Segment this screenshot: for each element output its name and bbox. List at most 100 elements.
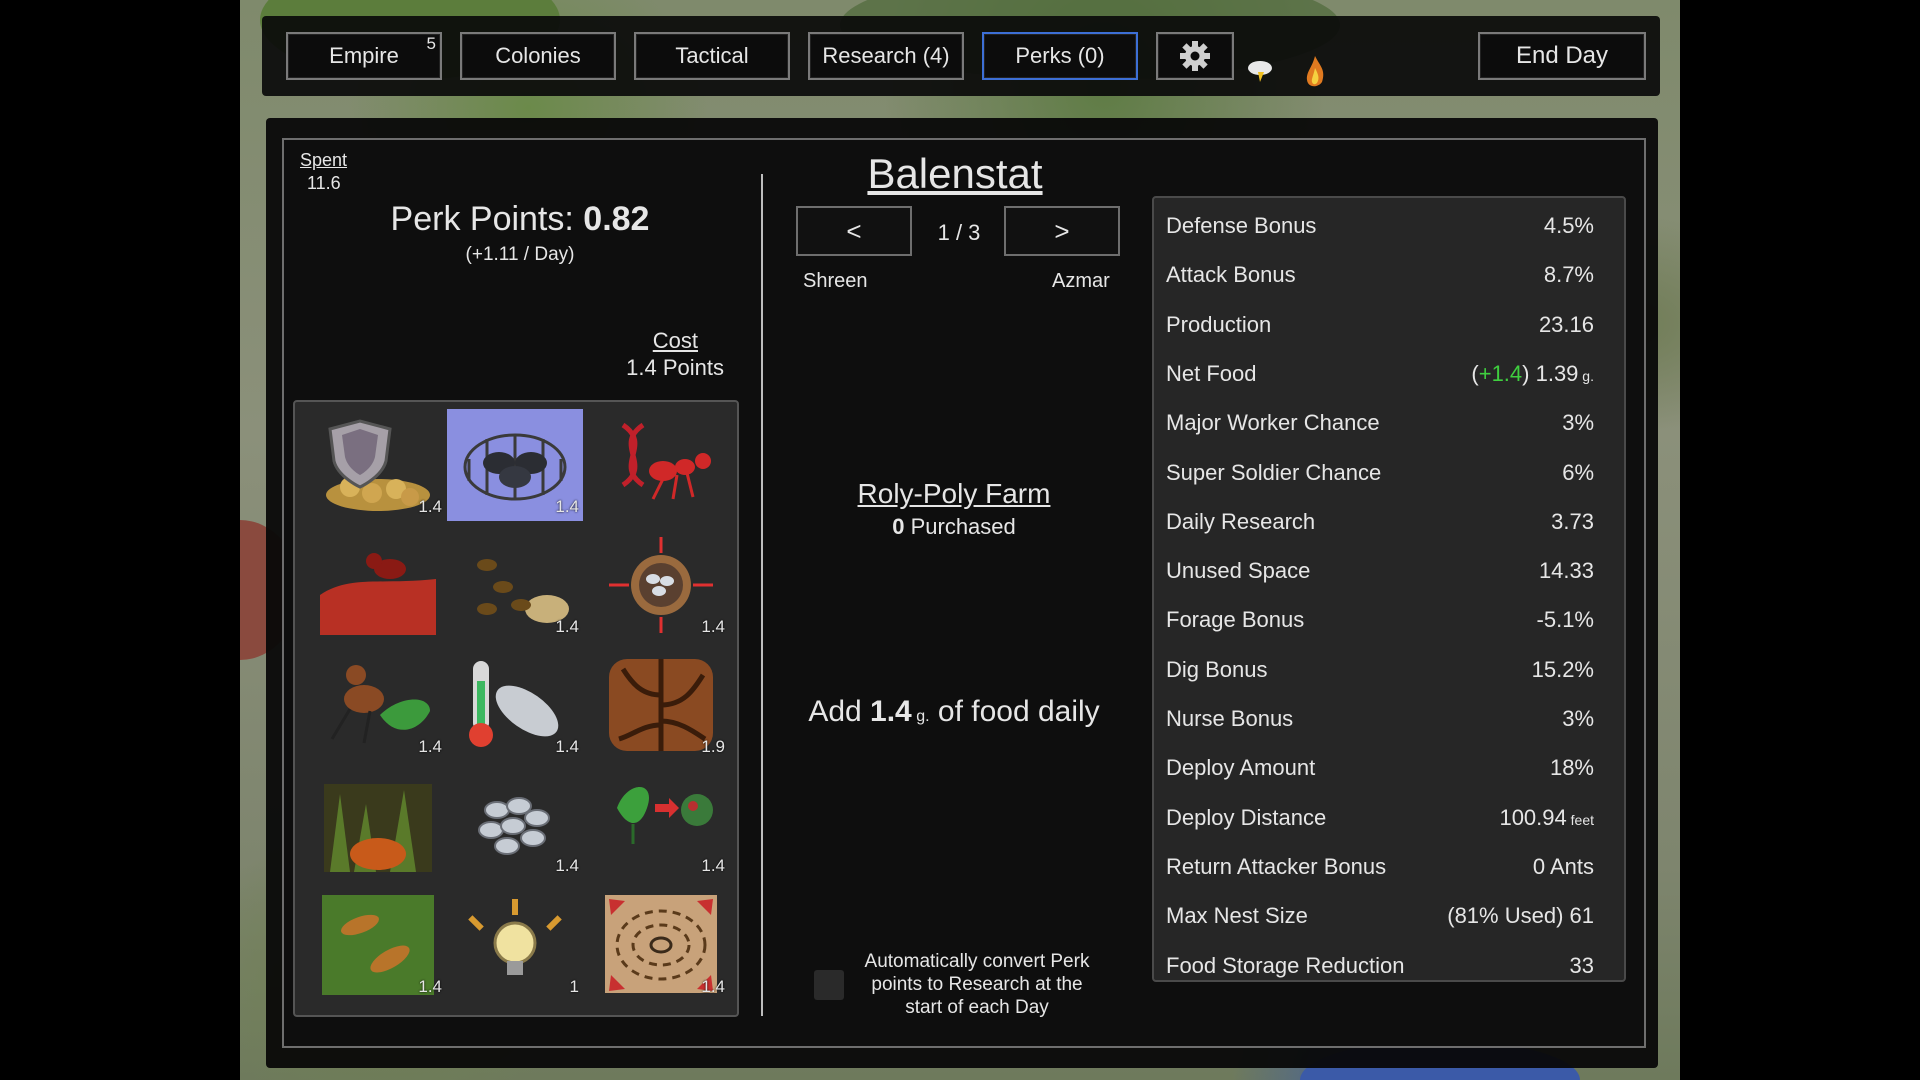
perk-points-rate: (+1.11 / Day)	[465, 244, 575, 265]
stat-row: Daily Research 3.73	[1166, 500, 1594, 544]
stat-row: Food Storage Reduction 33	[1166, 944, 1594, 988]
stat-label: Super Soldier Chance	[1166, 459, 1382, 485]
purchased-label: Purchased	[904, 514, 1016, 539]
next-colony-label: >	[1054, 215, 1070, 246]
red-ant-dna-icon	[621, 422, 711, 500]
perk-cell[interactable]: 1.4	[447, 649, 583, 761]
next-colony-button[interactable]: >	[1004, 206, 1120, 256]
cost-label: Cost	[652, 328, 698, 353]
stat-row: Net Food (+1.4) 1.39 g.	[1166, 352, 1594, 396]
perk-cost: 1.4	[418, 497, 442, 516]
perk-cost: 1.4	[418, 977, 442, 996]
column-divider	[761, 174, 763, 1016]
perk-cell[interactable]	[310, 768, 446, 880]
stat-label: Net Food	[1166, 360, 1257, 386]
tactical-button[interactable]: Tactical	[634, 32, 790, 80]
perk-cell[interactable]	[310, 529, 446, 641]
stat-row: Production 23.16	[1166, 303, 1594, 347]
stat-label: Return Attacker Bonus	[1166, 853, 1387, 879]
stat-label: Major Worker Chance	[1166, 410, 1380, 436]
perk-cost: 1.4	[418, 737, 442, 756]
stat-value: 18%	[1549, 755, 1594, 781]
stat-label: Forage Bonus	[1166, 607, 1305, 633]
spent-value: 11.6	[307, 173, 341, 193]
perk-cell[interactable]	[593, 409, 729, 521]
stat-value: 14.33	[1538, 558, 1594, 584]
end-day-button-label: End Day	[1515, 42, 1609, 69]
red-ant-on-mound-icon	[320, 553, 436, 635]
perk-points-display: Perk Points: 0.82	[300, 200, 740, 239]
cost-label-wrap: Cost	[560, 328, 724, 354]
perk-cell[interactable]: 1.4	[310, 889, 446, 1001]
colony-name-wrap: Balenstat	[800, 150, 1110, 198]
selected-perk-name-wrap: Roly-Poly Farm	[790, 478, 1118, 510]
research-button-label: Research (4)	[822, 43, 950, 68]
perk-cell[interactable]: 1.9	[593, 649, 729, 761]
stat-row: Super Soldier Chance 6%	[1166, 451, 1594, 495]
stat-row: Forage Bonus -5.1%	[1166, 598, 1594, 642]
top-navigation-bar: Empire 5 Colonies Tactical Research (4) …	[262, 16, 1660, 96]
previous-colony-name: Shreen	[803, 270, 868, 292]
stat-label: Deploy Amount	[1166, 755, 1316, 781]
stat-row: Unused Space 14.33	[1166, 549, 1594, 593]
stat-value: 15.2%	[1531, 656, 1594, 682]
perk-cell[interactable]: 1.4	[447, 529, 583, 641]
stat-label: Dig Bonus	[1166, 656, 1268, 682]
perk-cost: 1.4	[701, 977, 725, 996]
spent-label: Spent	[300, 150, 348, 170]
previous-colony-button[interactable]: <	[796, 206, 912, 256]
stat-row: Dig Bonus 15.2%	[1166, 648, 1594, 692]
perk-cost: 1.4	[555, 737, 579, 756]
selected-perk-purchased: 0 Purchased	[790, 514, 1118, 540]
auto-convert-checkbox[interactable]	[814, 970, 844, 1000]
end-day-button[interactable]: End Day	[1478, 32, 1646, 80]
settings-button[interactable]	[1156, 32, 1234, 80]
stat-value: 23.16	[1538, 311, 1594, 337]
empire-button-label: Empire	[329, 43, 399, 68]
perk-cost: 1	[569, 977, 579, 996]
lightbulb-idea-icon	[468, 899, 562, 975]
desc-unit: g.	[911, 708, 930, 725]
desc-suffix: of food daily	[929, 695, 1100, 728]
stat-value: 3%	[1562, 410, 1594, 436]
next-colony-name: Azmar	[1052, 270, 1110, 292]
stat-value: 3.73	[1551, 508, 1594, 534]
perk-cell[interactable]: 1.4	[593, 768, 729, 880]
stat-row: Deploy Amount 18%	[1166, 746, 1594, 790]
stat-value: 4.5%	[1543, 213, 1594, 238]
colony-name: Balenstat	[867, 150, 1043, 197]
perk-cell[interactable]: 1.4	[310, 649, 446, 761]
colonies-button[interactable]: Colonies	[460, 32, 616, 80]
desc-amount: 1.4	[870, 695, 912, 728]
research-button[interactable]: Research (4)	[808, 32, 964, 80]
stat-value: 100.94 feet	[1499, 804, 1594, 830]
stat-row: Attack Bonus 8.7%	[1166, 253, 1594, 297]
colony-page-indicator: 1 / 3	[937, 220, 981, 245]
perk-cost: 1.9	[701, 737, 725, 756]
stat-label: Production	[1166, 311, 1272, 337]
perks-button[interactable]: Perks (0)	[982, 32, 1138, 80]
tactical-button-label: Tactical	[675, 43, 749, 68]
purchased-count: 0	[892, 514, 905, 539]
perk-cell[interactable]: 1.4	[447, 409, 583, 521]
stat-value: 3%	[1562, 706, 1594, 731]
stat-label: Nurse Bonus	[1166, 706, 1294, 731]
stat-value: 6%	[1562, 459, 1594, 485]
perk-cost: 1.4	[701, 856, 725, 875]
selected-perk-name: Roly-Poly Farm	[857, 478, 1051, 509]
stat-row: Max Nest Size (81% Used) 61	[1166, 894, 1594, 938]
stat-row: Defense Bonus 4.5%	[1166, 204, 1594, 248]
perk-cell[interactable]: 1.4	[593, 529, 729, 641]
perk-cell[interactable]: 1.4	[310, 409, 446, 521]
perk-cost: 1.4	[555, 617, 579, 636]
perk-cell[interactable]: 1.4	[593, 889, 729, 1001]
perk-cell[interactable]: 1.4	[447, 768, 583, 880]
perk-cost: 1.4	[555, 856, 579, 875]
stat-label: Attack Bonus	[1166, 262, 1296, 288]
stat-label: Daily Research	[1166, 508, 1316, 534]
grass-fire-icon	[324, 784, 432, 872]
perk-cell[interactable]: 1	[447, 889, 583, 1001]
colony-stats-panel: Defense Bonus 4.5% Attack Bonus 8.7% Product…	[1152, 196, 1626, 982]
previous-colony-label: <	[846, 215, 862, 246]
empire-button[interactable]: Empire 5	[286, 32, 442, 80]
